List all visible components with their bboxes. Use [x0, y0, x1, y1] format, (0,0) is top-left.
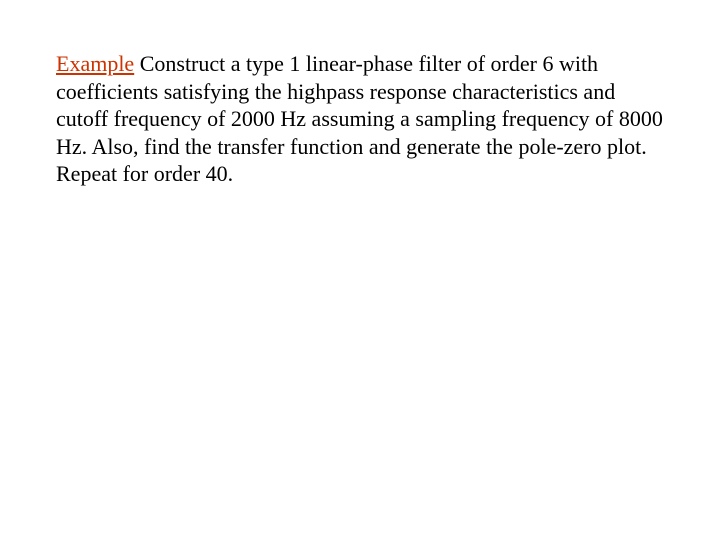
example-body: Construct a type 1 linear-phase filter o…	[56, 51, 663, 186]
slide-page: Example Construct a type 1 linear-phase …	[0, 0, 720, 540]
example-label: Example	[56, 51, 134, 76]
example-paragraph: Example Construct a type 1 linear-phase …	[56, 50, 672, 188]
